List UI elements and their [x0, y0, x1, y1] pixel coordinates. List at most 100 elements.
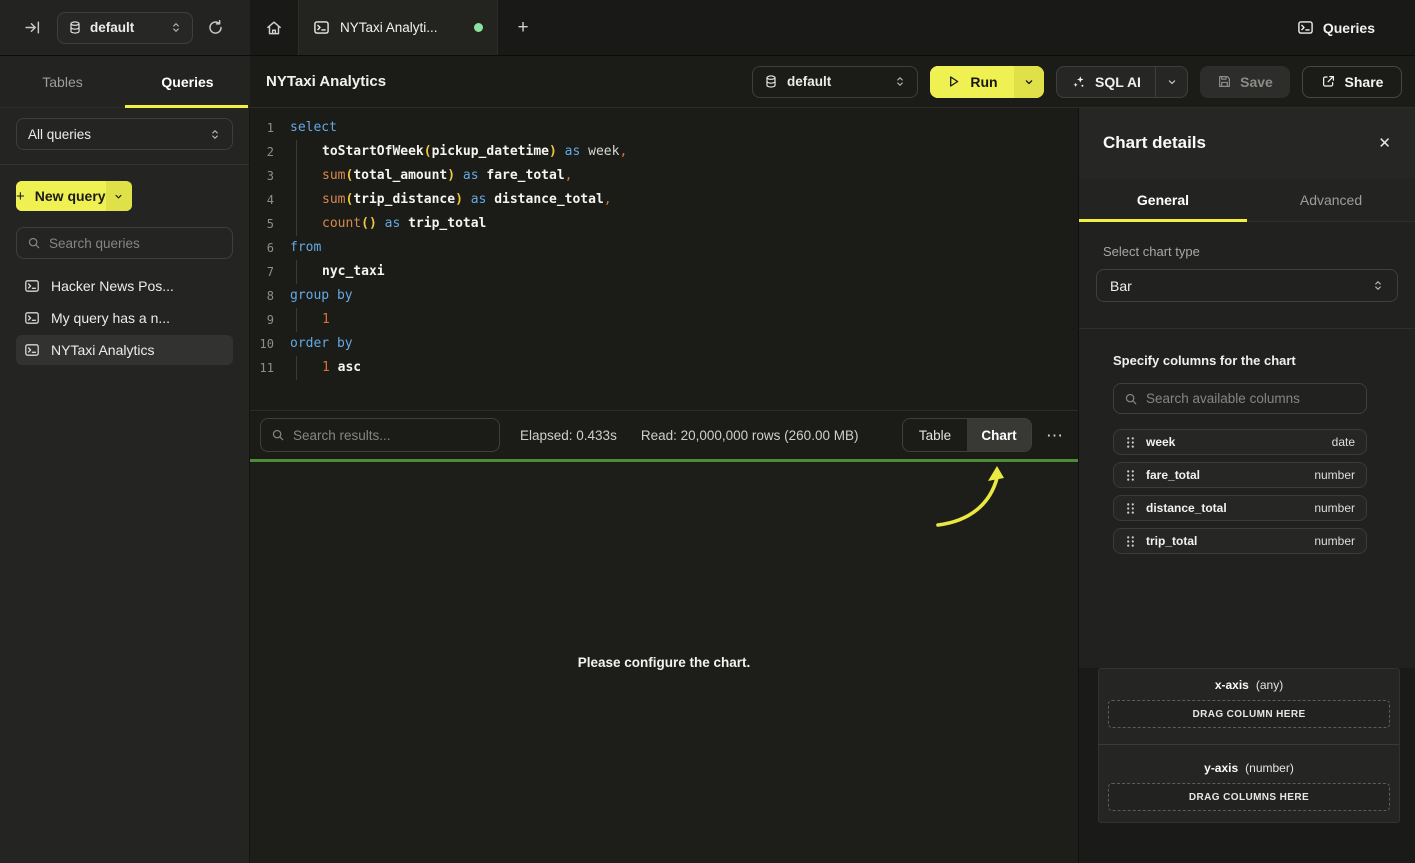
x-axis-drop-zone[interactable]: DRAG COLUMN HERE [1108, 700, 1390, 728]
run-button-label: Run [970, 74, 997, 90]
new-query-button[interactable]: + New query [16, 181, 132, 211]
tab-nytaxi-analytics[interactable]: NYTaxi Analyti... [298, 0, 498, 55]
close-panel-button[interactable]: ✕ [1378, 134, 1391, 152]
column-type: number [1314, 501, 1355, 515]
share-icon [1321, 74, 1336, 89]
y-axis-constraint: (number) [1245, 761, 1294, 775]
ellipsis-icon: ⋯ [1046, 426, 1064, 445]
column-name: week [1146, 435, 1175, 449]
tab-strip: NYTaxi Analyti... + Queries [250, 0, 1415, 55]
view-tab-chart[interactable]: Chart [967, 419, 1031, 451]
results-more-button[interactable]: ⋯ [1046, 427, 1064, 444]
sidebar-query-item[interactable]: My query has a n... [16, 303, 233, 333]
sql-editor[interactable]: 1 select 2 toStartOfWeek(pickup_datetime… [250, 108, 1078, 410]
run-dropdown-caret[interactable] [1014, 66, 1044, 98]
sidebar-tab-tables[interactable]: Tables [0, 56, 125, 107]
sql-ai-button[interactable]: SQL AI [1056, 66, 1188, 98]
sidebar-query-item[interactable]: NYTaxi Analytics [16, 335, 233, 365]
drag-handle-icon[interactable] [1125, 535, 1136, 548]
code-text[interactable]: select [290, 116, 337, 140]
code-text[interactable]: count() as trip_total [290, 212, 486, 236]
queries-nav-label: Queries [1323, 20, 1375, 36]
code-text[interactable]: group by [290, 284, 353, 308]
line-number: 5 [250, 212, 274, 236]
column-pill[interactable]: distance_total number [1113, 495, 1367, 521]
queries-sidebar: All queries + New query Hacker News [0, 108, 250, 863]
terminal-icon [24, 342, 40, 358]
plus-icon: + [517, 17, 528, 39]
chart-type-label: Select chart type [1103, 244, 1391, 259]
x-axis-label: x-axis [1215, 678, 1249, 692]
save-button-label: Save [1240, 74, 1273, 90]
column-type: date [1332, 435, 1355, 449]
editor-toolbar: NYTaxi Analytics default [250, 56, 1415, 107]
search-results-input[interactable] [293, 428, 489, 443]
query-title: NYTaxi Analytics [266, 73, 386, 90]
code-text[interactable]: sum(trip_distance) as distance_total, [290, 188, 612, 212]
column-type: number [1314, 468, 1355, 482]
column-pill[interactable]: week date [1113, 429, 1367, 455]
code-text[interactable]: nyc_taxi [290, 260, 385, 284]
column-pill[interactable]: trip_total number [1113, 528, 1367, 554]
view-tab-table[interactable]: Table [903, 419, 967, 451]
chevron-updown-icon [209, 128, 221, 141]
run-button[interactable]: Run [930, 66, 1044, 98]
search-queries-input[interactable] [49, 236, 222, 251]
query-item-label: My query has a n... [51, 310, 170, 326]
sidebar-tab-queries[interactable]: Queries [125, 56, 250, 107]
code-line: 5 count() as trip_total [250, 212, 1078, 236]
refresh-button[interactable] [203, 15, 228, 40]
sidebar-tabs: Tables Queries [0, 56, 250, 107]
new-query-dropdown-caret[interactable] [106, 181, 132, 211]
save-button[interactable]: Save [1200, 66, 1290, 98]
drag-handle-icon[interactable] [1125, 436, 1136, 449]
columns-heading: Specify columns for the chart [1113, 353, 1381, 368]
search-columns-input[interactable] [1146, 391, 1356, 406]
query-filter-select[interactable]: All queries [16, 118, 233, 150]
line-number: 3 [250, 164, 274, 188]
line-number: 6 [250, 236, 274, 260]
code-line: 10 order by [250, 332, 1078, 356]
database-selector-value: default [90, 20, 162, 35]
rows-read-stats: Read: 20,000,000 rows (260.00 MB) [641, 428, 859, 443]
database-selector-topbar[interactable]: default [57, 12, 193, 44]
columns-search [1113, 383, 1367, 414]
code-text[interactable]: from [290, 236, 321, 260]
terminal-icon [313, 19, 330, 36]
column-pill[interactable]: fare_total number [1113, 462, 1367, 488]
new-tab-button[interactable]: + [498, 0, 548, 55]
table-tab-label: Table [919, 428, 951, 443]
drag-handle-icon[interactable] [1125, 469, 1136, 482]
results-toolbar: Elapsed: 0.433s Read: 20,000,000 rows (2… [250, 410, 1078, 459]
code-text[interactable]: order by [290, 332, 353, 356]
chart-type-select[interactable]: Bar [1096, 269, 1398, 302]
code-text[interactable]: 1 asc [290, 356, 361, 380]
new-query-label: New query [35, 188, 106, 204]
tab-advanced[interactable]: Advanced [1247, 178, 1415, 221]
code-text[interactable]: 1 [290, 308, 330, 332]
database-selector-toolbar[interactable]: default [752, 66, 918, 98]
y-axis-drop-zone[interactable]: DRAG COLUMNS HERE [1108, 783, 1390, 811]
general-tab-label: General [1137, 192, 1189, 208]
search-icon [271, 428, 285, 442]
share-button[interactable]: Share [1302, 66, 1402, 98]
available-columns-list: week date fare_total number distance_tot… [1113, 429, 1367, 554]
query-filter-value: All queries [28, 127, 209, 142]
line-number: 9 [250, 308, 274, 332]
code-text[interactable]: sum(total_amount) as fare_total, [290, 164, 572, 188]
query-item-label: Hacker News Pos... [51, 278, 174, 294]
drag-handle-icon[interactable] [1125, 502, 1136, 515]
queries-nav-button[interactable]: Queries [1297, 19, 1375, 36]
database-selector-value: default [787, 74, 885, 89]
code-text[interactable]: toStartOfWeek(pickup_datetime) as week, [290, 140, 627, 164]
sql-ai-dropdown-caret[interactable] [1155, 67, 1187, 97]
main-work-area: 1 select 2 toStartOfWeek(pickup_datetime… [250, 108, 1078, 863]
home-tab[interactable] [250, 0, 298, 55]
sidebar-query-item[interactable]: Hacker News Pos... [16, 271, 233, 301]
y-axis-zone: y-axis (number) DRAG COLUMNS HERE [1099, 745, 1399, 811]
collapse-sidebar-button[interactable] [20, 15, 45, 40]
terminal-icon [1297, 19, 1314, 36]
tab-general[interactable]: General [1079, 178, 1247, 221]
line-number: 8 [250, 284, 274, 308]
queries-tab-label: Queries [161, 74, 213, 90]
